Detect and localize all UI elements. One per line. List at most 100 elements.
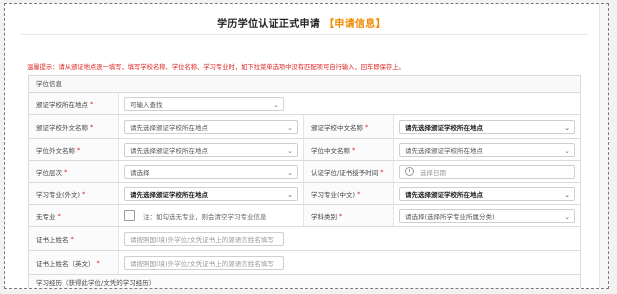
- school-cn-select[interactable]: 请先选择颁证学校所在地点 ⌄: [399, 119, 575, 134]
- discipline-select[interactable]: 请选择(选择所学专业所属分类) ⌄: [399, 208, 575, 223]
- required-mark: *: [77, 145, 81, 154]
- page-frame: 学历学位认证正式申请 【申请信息】 温馨提示：请从颁证地点逐一填写，填写学校名称、…: [4, 3, 609, 289]
- no-major-note: 注：如勾选无专业，则会清空学习专业信息: [143, 212, 267, 221]
- label-text: 颁证学校所在地点: [36, 100, 88, 109]
- major-cn-select[interactable]: 请先选择颁证学校所在地点 ⌄: [399, 186, 575, 201]
- chevron-down-icon: ⌄: [287, 146, 293, 155]
- required-mark: *: [357, 189, 361, 198]
- label-text: 证书上姓名（英文）: [36, 259, 95, 268]
- degree-cn-select[interactable]: 请先选择颁证学校所在地点 ⌄: [399, 142, 575, 157]
- chevron-down-icon: ⌄: [564, 212, 570, 221]
- field-label: 颁证学校中文名称 *: [304, 115, 394, 138]
- field-value: 请先选择颁证学校所在地点 ⌄: [394, 115, 580, 138]
- field-label: 颁证学校外文名称 *: [29, 115, 119, 138]
- page-title-tag: 【申请信息】: [324, 19, 386, 30]
- chevron-down-icon: ⌄: [564, 146, 570, 155]
- field-value: 请先选择颁证学校所在地点 ⌄: [394, 139, 580, 160]
- chevron-down-icon: ⌄: [564, 123, 570, 132]
- cert-fullname-input[interactable]: 请按照国(境)外学位/文凭证书上的源语言姓名填写: [124, 255, 284, 270]
- row-school: 颁证学校外文名称 * 请先选择颁证学校所在地点 ⌄ 颁证学校中文名称 * 请先选择颁…: [29, 115, 580, 139]
- vertical-scrollbar[interactable]: [599, 4, 608, 288]
- major-foreign-select[interactable]: 请先选择颁证学校所在地点 ⌄: [124, 186, 298, 201]
- country-select[interactable]: 可输入查找 ⌄: [124, 96, 284, 111]
- warm-tip: 温馨提示：请从颁证地点逐一填写，填写学校名称、学位名称、学习专业时，如下拉菜单选…: [27, 64, 405, 71]
- field-value: 请按照国(境)外学位/文凭证书上的源语言姓名填写: [119, 227, 580, 250]
- discipline-select-value: 请选择(选择所学专业所属分类): [405, 212, 495, 221]
- label-text: 学科类别: [311, 212, 337, 221]
- chevron-down-icon: ⌄: [287, 123, 293, 132]
- field-label: 证书上姓名 *: [29, 227, 119, 250]
- required-mark: *: [96, 258, 100, 267]
- row-discipline: 无专业 * 注：如勾选无专业，则会清空学习专业信息 学科类别 * 请选择(选择所学专…: [29, 205, 580, 227]
- title-divider: [21, 34, 588, 35]
- required-mark: *: [57, 211, 61, 220]
- row-level: 学位层次 * 请选择 ⌄ 认证学位/证书授予时间 * 选择日期: [29, 161, 580, 183]
- row-degree: 学位外文名称 * 请先选择颁证学校所在地点 ⌄ 学位中文名称 * 请先选择颁证学校所…: [29, 139, 580, 161]
- field-value: 请先选择颁证学校所在地点 ⌄: [394, 183, 580, 204]
- section-title-study: 学习经历（获得此学位/文凭的学习经历）: [29, 275, 580, 288]
- country-select-value: 可输入查找: [130, 100, 163, 109]
- cert-surname-input[interactable]: 请按照国(境)外学位/文凭证书上的源语言姓名填写: [124, 231, 284, 246]
- school-foreign-select-value: 请先选择颁证学校所在地点: [130, 123, 208, 132]
- label-text: 学位中文名称: [311, 146, 350, 155]
- school-foreign-select[interactable]: 请先选择颁证学校所在地点 ⌄: [124, 119, 298, 134]
- award-date-placeholder: 选择日期: [420, 168, 446, 177]
- field-value: 选择日期: [394, 161, 580, 182]
- required-mark: *: [365, 122, 369, 131]
- label-text: 无专业: [36, 212, 56, 221]
- required-mark: *: [90, 99, 94, 108]
- level-select[interactable]: 请选择 ⌄: [124, 164, 298, 179]
- required-mark: *: [90, 122, 94, 131]
- required-mark: *: [64, 167, 68, 176]
- award-date-picker[interactable]: 选择日期: [399, 164, 575, 179]
- required-mark: *: [380, 167, 384, 176]
- required-mark: *: [339, 211, 343, 220]
- label-text: 证书上姓名: [36, 235, 69, 244]
- degree-info-form: 学位信息 颁证学校所在地点 * 可输入查找 ⌄ 颁证学校外文名称 * 请先选择颁证学…: [28, 75, 581, 288]
- required-mark: *: [70, 234, 74, 243]
- required-mark: *: [352, 145, 356, 154]
- field-label: 学习专业(外文) *: [29, 183, 119, 204]
- degree-foreign-select[interactable]: 请先选择颁证学校所在地点 ⌄: [124, 142, 298, 157]
- chevron-down-icon: ⌄: [287, 190, 293, 199]
- chevron-down-icon: ⌄: [273, 100, 279, 109]
- chevron-down-icon: ⌄: [287, 168, 293, 177]
- field-value: 请先选择颁证学校所在地点 ⌄: [119, 183, 304, 204]
- page-title-text: 学历学位认证正式申请: [217, 19, 321, 30]
- field-label: 学位外文名称 *: [29, 139, 119, 160]
- field-label: 证书上姓名（英文） *: [29, 251, 119, 274]
- degree-cn-select-value: 请先选择颁证学校所在地点: [405, 146, 483, 155]
- field-value: 注：如勾选无专业，则会清空学习专业信息: [119, 205, 304, 226]
- label-text: 认证学位/证书授予时间: [311, 168, 379, 177]
- label-text: 学位层次: [36, 168, 62, 177]
- level-select-value: 请选择: [130, 168, 150, 177]
- field-label: 学位中文名称 *: [304, 139, 394, 160]
- label-text: 学位外文名称: [36, 146, 75, 155]
- row-cert-surname: 证书上姓名 * 请按照国(境)外学位/文凭证书上的源语言姓名填写: [29, 227, 580, 251]
- row-cert-fullname: 证书上姓名（英文） * 请按照国(境)外学位/文凭证书上的源语言姓名填写: [29, 251, 580, 275]
- label-text: 颁证学校外文名称: [36, 123, 88, 132]
- field-label: 颁证学校所在地点 *: [29, 93, 119, 114]
- label-text: 学习专业(外文): [36, 190, 81, 199]
- section-title: 学位信息: [29, 76, 580, 93]
- school-cn-select-value: 请先选择颁证学校所在地点: [405, 123, 483, 132]
- row-country: 颁证学校所在地点 * 可输入查找 ⌄: [29, 93, 580, 115]
- field-value: 请选择 ⌄: [119, 161, 304, 182]
- field-label: 无专业 *: [29, 205, 119, 226]
- field-label: 学习专业(中文) *: [304, 183, 394, 204]
- page-title: 学历学位认证正式申请 【申请信息】: [5, 15, 598, 30]
- label-text: 颁证学校中文名称: [311, 123, 363, 132]
- required-mark: *: [82, 189, 86, 198]
- row-major: 学习专业(外文) * 请先选择颁证学校所在地点 ⌄ 学习专业(中文) * 请先选择颁…: [29, 183, 580, 205]
- major-cn-select-value: 请先选择颁证学校所在地点: [405, 190, 483, 199]
- label-text: 学习专业(中文): [311, 190, 356, 199]
- field-value: 请选择(选择所学专业所属分类) ⌄: [394, 205, 580, 226]
- field-value: 请先选择颁证学校所在地点 ⌄: [119, 139, 304, 160]
- no-major-checkbox[interactable]: [124, 210, 135, 221]
- clock-icon: [405, 167, 414, 176]
- field-value: 请先选择颁证学校所在地点 ⌄: [119, 115, 304, 138]
- major-foreign-select-value: 请先选择颁证学校所在地点: [130, 190, 208, 199]
- field-value: 可输入查找 ⌄: [119, 93, 580, 114]
- field-value: 请按照国(境)外学位/文凭证书上的源语言姓名填写: [119, 251, 580, 274]
- field-label: 认证学位/证书授予时间 *: [304, 161, 394, 182]
